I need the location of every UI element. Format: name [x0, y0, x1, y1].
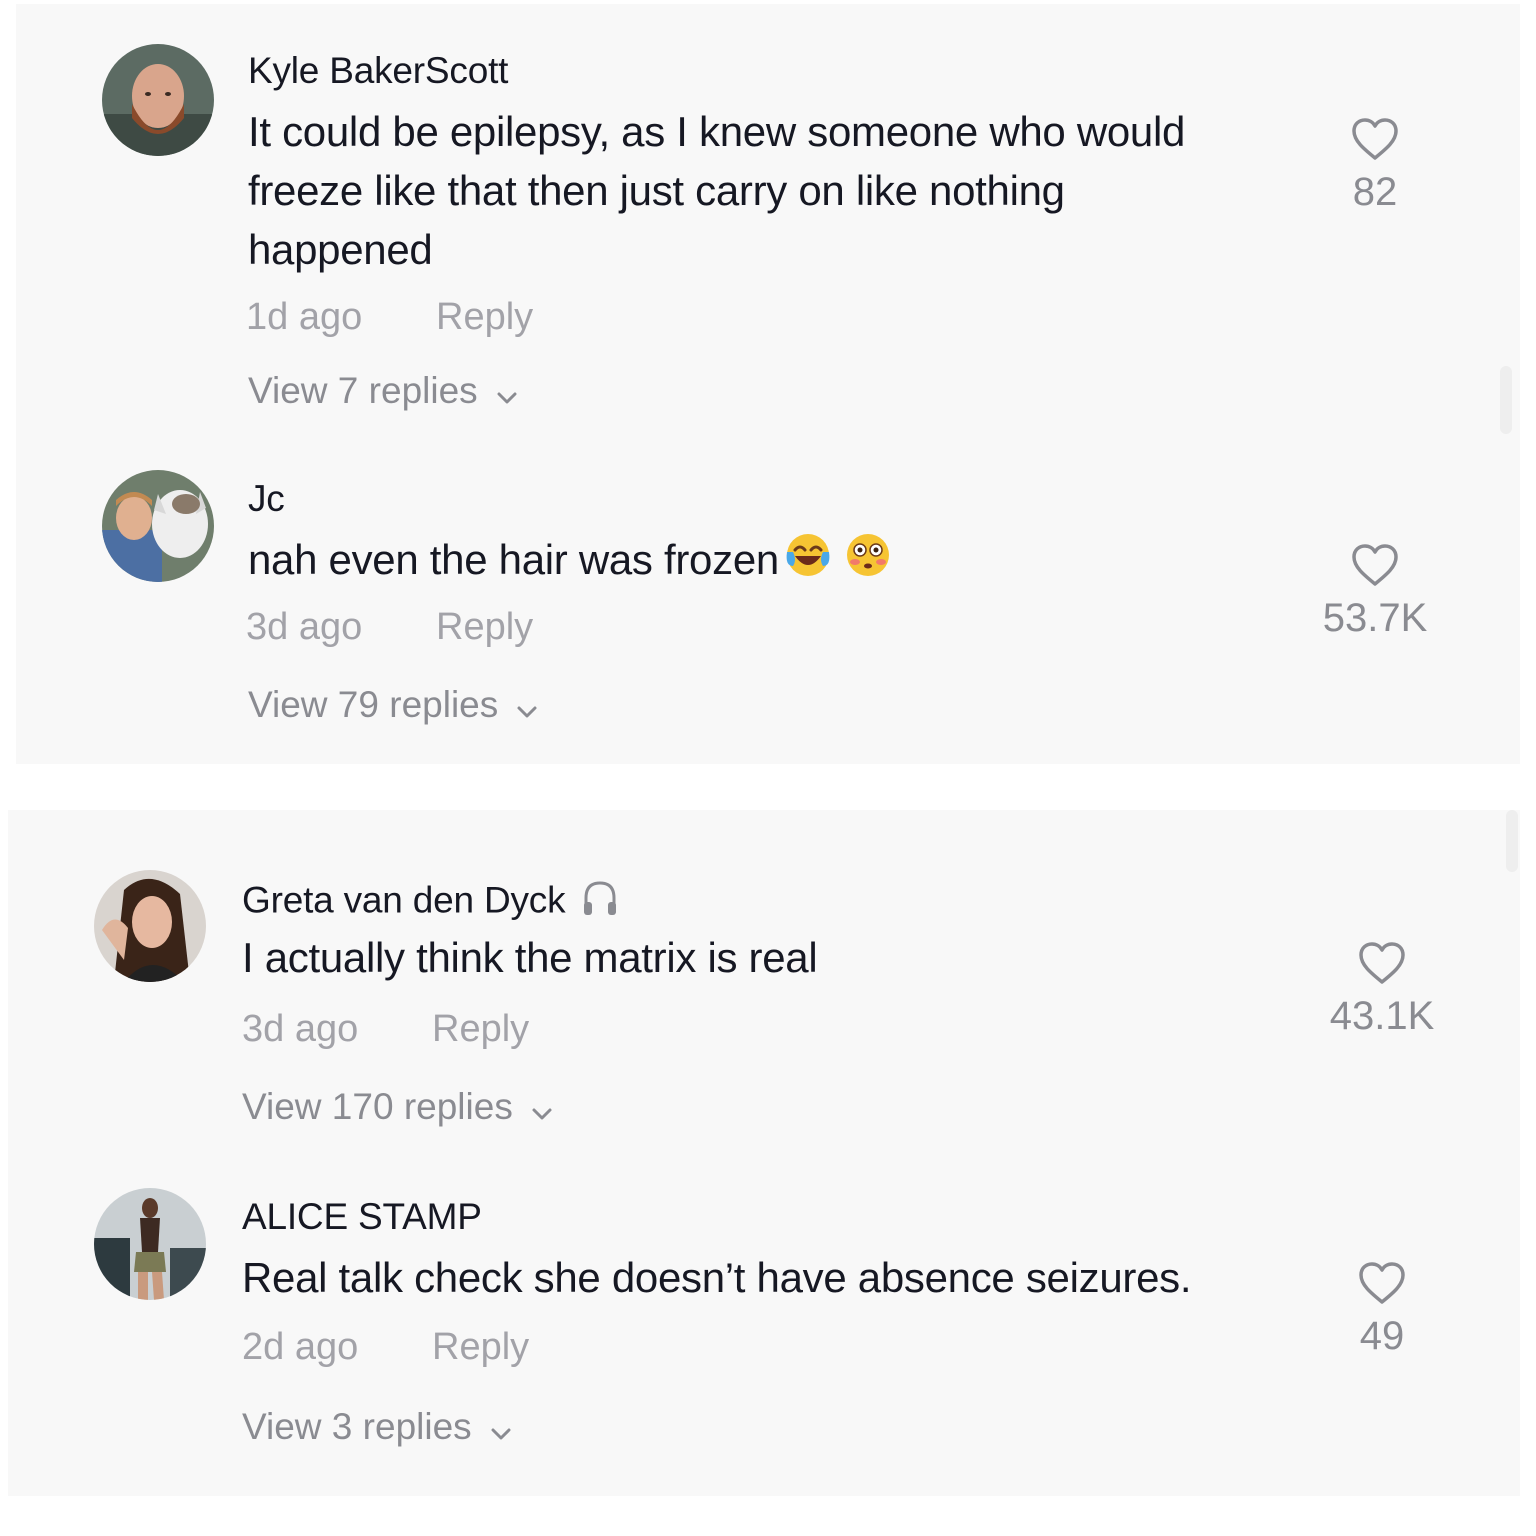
- comment-timestamp: 2d ago: [242, 1326, 359, 1368]
- avatar[interactable]: [102, 470, 214, 582]
- tears-of-joy-emoji: [785, 532, 831, 593]
- headphones-icon: [581, 878, 619, 927]
- reply-button[interactable]: Reply: [436, 296, 533, 339]
- like-count: 82: [1352, 170, 1398, 214]
- view-replies-label: View 170 replies: [242, 1086, 513, 1127]
- comment-text-line: freeze like that then just carry on like…: [248, 167, 1065, 214]
- comment-username[interactable]: Greta van den Dyck: [242, 878, 619, 927]
- avatar-image: [102, 44, 214, 156]
- comments-panel-bottom: Greta van den Dyck I actually think the …: [8, 810, 1520, 1496]
- avatar[interactable]: [102, 44, 214, 156]
- comment-username[interactable]: Kyle BakerScott: [248, 50, 508, 92]
- comment-timestamp: 3d ago: [242, 1008, 359, 1050]
- comment-username[interactable]: ALICE STAMP: [242, 1196, 482, 1238]
- view-replies-label: View 79 replies: [248, 684, 499, 725]
- chevron-down-icon: [531, 1088, 553, 1130]
- view-replies-button[interactable]: View 79 replies: [248, 684, 538, 728]
- like-section: 82: [1300, 116, 1450, 215]
- comment-text: I actually think the matrix is real: [242, 934, 818, 981]
- flushed-face-emoji: [845, 532, 891, 593]
- avatar-image: [94, 1188, 206, 1300]
- like-count: 53.7K: [1322, 596, 1428, 640]
- comments-panel-top: Kyle BakerScott It could be epilepsy, as…: [16, 4, 1520, 764]
- like-section: 53.7K: [1300, 542, 1450, 641]
- reply-button[interactable]: Reply: [432, 1008, 529, 1051]
- view-replies-label: View 3 replies: [242, 1406, 472, 1447]
- reply-button[interactable]: Reply: [436, 606, 533, 649]
- view-replies-button[interactable]: View 170 replies: [242, 1086, 553, 1130]
- comment-text: nah even the hair was frozen: [248, 530, 891, 593]
- comment-timestamp: 1d ago: [246, 296, 363, 338]
- avatar-image: [94, 870, 206, 982]
- chevron-down-icon: [496, 372, 518, 414]
- comment-text: Real talk check she doesn’t have absence…: [242, 1254, 1192, 1301]
- scrollbar-thumb[interactable]: [1500, 366, 1512, 434]
- comment-text-line: happened: [248, 226, 433, 273]
- comment-username-text: Greta van den Dyck: [242, 879, 566, 921]
- comment-text: It could be epilepsy, as I knew someone …: [248, 102, 1328, 279]
- chevron-down-icon: [490, 1408, 512, 1450]
- heart-icon[interactable]: [1357, 1260, 1407, 1306]
- comment-text-body: nah even the hair was frozen: [248, 536, 779, 583]
- avatar[interactable]: [94, 1188, 206, 1300]
- comment-timestamp: 3d ago: [246, 606, 363, 648]
- view-replies-button[interactable]: View 3 replies: [242, 1406, 512, 1450]
- like-count: 43.1K: [1329, 994, 1435, 1038]
- view-replies-button[interactable]: View 7 replies: [248, 370, 518, 414]
- avatar-image: [102, 470, 214, 582]
- avatar[interactable]: [94, 870, 206, 982]
- chevron-down-icon: [516, 686, 538, 728]
- view-replies-label: View 7 replies: [248, 370, 478, 411]
- heart-icon[interactable]: [1350, 542, 1400, 588]
- heart-icon[interactable]: [1350, 116, 1400, 162]
- comment-text-line: It could be epilepsy, as I knew someone …: [248, 108, 1186, 155]
- like-section: 43.1K: [1307, 940, 1457, 1039]
- heart-icon[interactable]: [1357, 940, 1407, 986]
- like-section: 49: [1307, 1260, 1457, 1359]
- scrollbar-thumb[interactable]: [1506, 810, 1518, 872]
- like-count: 49: [1359, 1314, 1405, 1358]
- comment-username[interactable]: Jc: [248, 478, 285, 520]
- reply-button[interactable]: Reply: [432, 1326, 529, 1369]
